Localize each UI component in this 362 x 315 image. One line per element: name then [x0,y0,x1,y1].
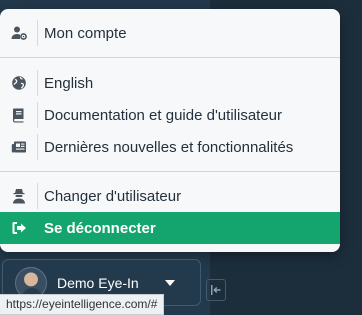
book-icon [0,102,38,128]
status-bar-url: https://eyeintelligence.com/# [0,294,165,315]
sign-out-icon [0,212,38,244]
menu-item-news[interactable]: Dernières nouvelles et fonctionnalités [0,134,340,160]
menu-divider [0,171,340,172]
user-secret-icon [0,183,38,209]
menu-item-label: Se déconnecter [44,219,156,237]
newspaper-icon [0,134,38,160]
user-dropdown-menu: Mon compte English Documentation et guid… [0,9,340,252]
menu-item-label: Changer d'utilisateur [44,187,182,205]
menu-item-label: Dernières nouvelles et fonctionnalités [44,138,294,156]
caret-down-icon [164,279,175,286]
menu-item-label: Documentation et guide d'utilisateur [44,106,283,124]
collapse-left-icon [211,285,221,295]
menu-item-logout[interactable]: Se déconnecter [0,212,340,244]
user-gear-icon [0,20,38,46]
menu-item-label: English [44,74,94,92]
menu-item-language[interactable]: English [0,70,340,96]
globe-icon [0,70,38,96]
menu-item-switch-user[interactable]: Changer d'utilisateur [0,183,340,209]
menu-item-documentation[interactable]: Documentation et guide d'utilisateur [0,102,340,128]
menu-item-my-account[interactable]: Mon compte [0,20,340,46]
user-name: Demo Eye-In [57,274,139,291]
menu-divider [0,57,340,58]
collapse-sidebar-button[interactable] [206,279,226,301]
menu-item-label: Mon compte [44,24,127,42]
